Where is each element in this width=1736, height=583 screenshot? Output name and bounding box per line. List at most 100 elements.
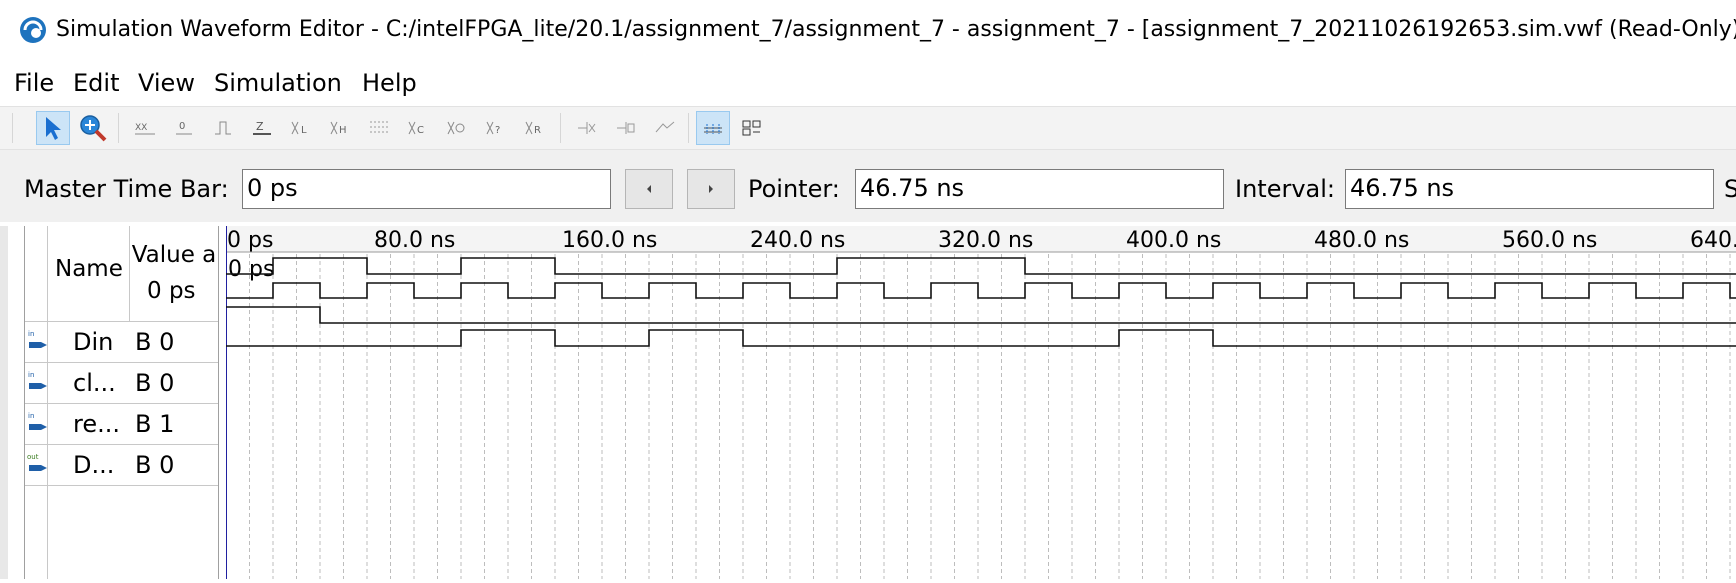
group-icon — [742, 120, 761, 136]
force-dont-care-button[interactable] — [362, 111, 396, 145]
svg-text:0: 0 — [179, 121, 185, 132]
signal-row-clk[interactable]: in cl... B 0 — [25, 362, 218, 403]
name-column-header[interactable]: Name — [55, 256, 123, 282]
svg-text:L: L — [301, 125, 307, 136]
signal-value: B 0 — [135, 369, 175, 397]
force-high-impedance-button[interactable]: Z — [245, 111, 279, 145]
toolbar-separator — [560, 113, 561, 143]
random-values-icon: R — [525, 121, 541, 136]
signal-name: re... — [73, 410, 120, 438]
force-high-button[interactable] — [206, 111, 240, 145]
signal-waveforms — [226, 257, 1736, 347]
waveform-clk — [226, 282, 1736, 299]
output-pin-icon: out — [27, 453, 47, 471]
svg-text:XX: XX — [135, 123, 147, 133]
waveform-display[interactable]: 0 ps 80.0 ns 160.0 ns 240.0 ns 320.0 ns 400.0… — [225, 226, 1736, 579]
menu-bar: File Edit View Simulation Help — [0, 64, 1736, 104]
waveform-canvas[interactable]: 0 ps 80.0 ns 160.0 ns 240.0 ns 320.0 ns 400.0… — [225, 226, 1736, 579]
snap-to-grid-icon — [578, 122, 596, 134]
signal-row-din[interactable]: in Din B 0 — [25, 321, 218, 362]
count-value-icon — [447, 121, 465, 135]
overwrite-button[interactable] — [648, 111, 682, 145]
force-unknown-icon: XX — [135, 123, 155, 135]
invert-icon: C — [408, 121, 424, 136]
ruler-tick-label: 640.0 — [1690, 228, 1736, 253]
signal-name: D... — [73, 451, 115, 479]
window-title: Simulation Waveform Editor - C:/intelFPG… — [56, 17, 1736, 42]
pointer-label: Pointer: — [748, 175, 840, 203]
svg-text:in: in — [28, 412, 34, 420]
force-weak-high-icon: H — [330, 121, 347, 136]
snap-to-transition-button[interactable] — [609, 111, 643, 145]
value-column-time: 0 ps — [147, 278, 196, 304]
signal-value: B 0 — [135, 451, 175, 479]
ruler-tick-label: 480.0 ns — [1314, 228, 1409, 253]
svg-text:in: in — [28, 330, 34, 338]
waveform-toolbar: XX 0 Z L H C ? R — [0, 106, 1736, 150]
master-time-bar-label: Master Time Bar: — [24, 175, 229, 203]
interval-field[interactable]: 46.75 ns — [1345, 169, 1714, 209]
input-pin-icon: in — [28, 371, 47, 389]
force-high-impedance-icon: Z — [253, 120, 271, 135]
value-column-header[interactable]: Value a — [131, 242, 217, 268]
grid-toggle-button[interactable] — [696, 111, 730, 145]
signal-name: cl... — [73, 369, 116, 397]
svg-text:out: out — [27, 453, 39, 461]
title-bar: Simulation Waveform Editor - C:/intelFPG… — [0, 0, 1736, 64]
arrow-left-icon — [647, 185, 651, 193]
menu-file[interactable]: File — [14, 69, 54, 97]
pointer-field[interactable]: 46.75 ns — [855, 169, 1224, 209]
svg-text:Z: Z — [256, 120, 264, 133]
group-button[interactable] — [735, 111, 769, 145]
column-divider — [129, 226, 130, 321]
ruler-tick-label: 400.0 ns — [1126, 228, 1221, 253]
time-bar-panel: Master Time Bar: 0 ps Pointer: 46.75 ns … — [0, 150, 1736, 222]
zoom-tool-icon — [80, 115, 107, 142]
force-unknown-button[interactable]: XX — [128, 111, 162, 145]
snap-to-grid-button[interactable] — [570, 111, 604, 145]
overwrite-clock-button[interactable]: ? — [479, 111, 513, 145]
arrow-right-icon — [709, 185, 713, 193]
random-values-button[interactable]: R — [518, 111, 552, 145]
ruler-tick-label: 320.0 ns — [938, 228, 1033, 253]
next-transition-button[interactable] — [687, 169, 735, 209]
svg-text:C: C — [417, 125, 424, 136]
quartus-app-icon — [20, 17, 46, 43]
ruler-tick-label: 80.0 ns — [374, 228, 455, 253]
force-weak-high-button[interactable]: H — [323, 111, 357, 145]
svg-text:?: ? — [495, 125, 500, 136]
waveform-din — [226, 257, 1736, 275]
waveform-dout — [226, 329, 1736, 347]
ruler-tick-label: 160.0 ns — [562, 228, 657, 253]
force-dont-care-icon — [370, 121, 388, 133]
master-time-bar-field[interactable]: 0 ps — [242, 169, 611, 209]
ruler-tick-label: 240.0 ns — [750, 228, 845, 253]
zoom-tool-button[interactable] — [76, 111, 110, 145]
force-weak-low-icon: L — [291, 121, 307, 136]
signal-name: Din — [73, 328, 114, 356]
overwrite-icon — [655, 121, 675, 133]
invert-button[interactable]: C — [401, 111, 435, 145]
force-low-button[interactable]: 0 — [167, 111, 201, 145]
time-ruler: 0 ps 80.0 ns 160.0 ns 240.0 ns 320.0 ns 400.0… — [226, 228, 1736, 253]
interval-label: Interval: — [1235, 175, 1335, 203]
input-pin-icon: in — [28, 330, 47, 348]
force-high-icon — [215, 121, 231, 135]
selection-tool-button[interactable] — [36, 111, 70, 145]
count-value-button[interactable] — [440, 111, 474, 145]
ruler-tick-label: 560.0 ns — [1502, 228, 1597, 253]
toolbar-separator — [688, 113, 689, 143]
previous-transition-button[interactable] — [625, 169, 673, 209]
ruler-tick-label: 0 ps — [227, 228, 273, 253]
cursor-time-label: 0 ps — [228, 257, 274, 282]
signal-row-dout[interactable]: out D... B 0 — [25, 444, 218, 486]
force-weak-low-button[interactable]: L — [284, 111, 318, 145]
menu-edit[interactable]: Edit — [73, 69, 119, 97]
menu-simulation[interactable]: Simulation — [214, 69, 342, 97]
grid-lines — [249, 254, 1731, 579]
menu-view[interactable]: View — [138, 69, 195, 97]
waveform-reset — [226, 306, 1736, 324]
signal-row-reset[interactable]: in re... B 1 — [25, 403, 218, 444]
snap-to-transition-icon — [617, 122, 635, 134]
menu-help[interactable]: Help — [362, 69, 417, 97]
